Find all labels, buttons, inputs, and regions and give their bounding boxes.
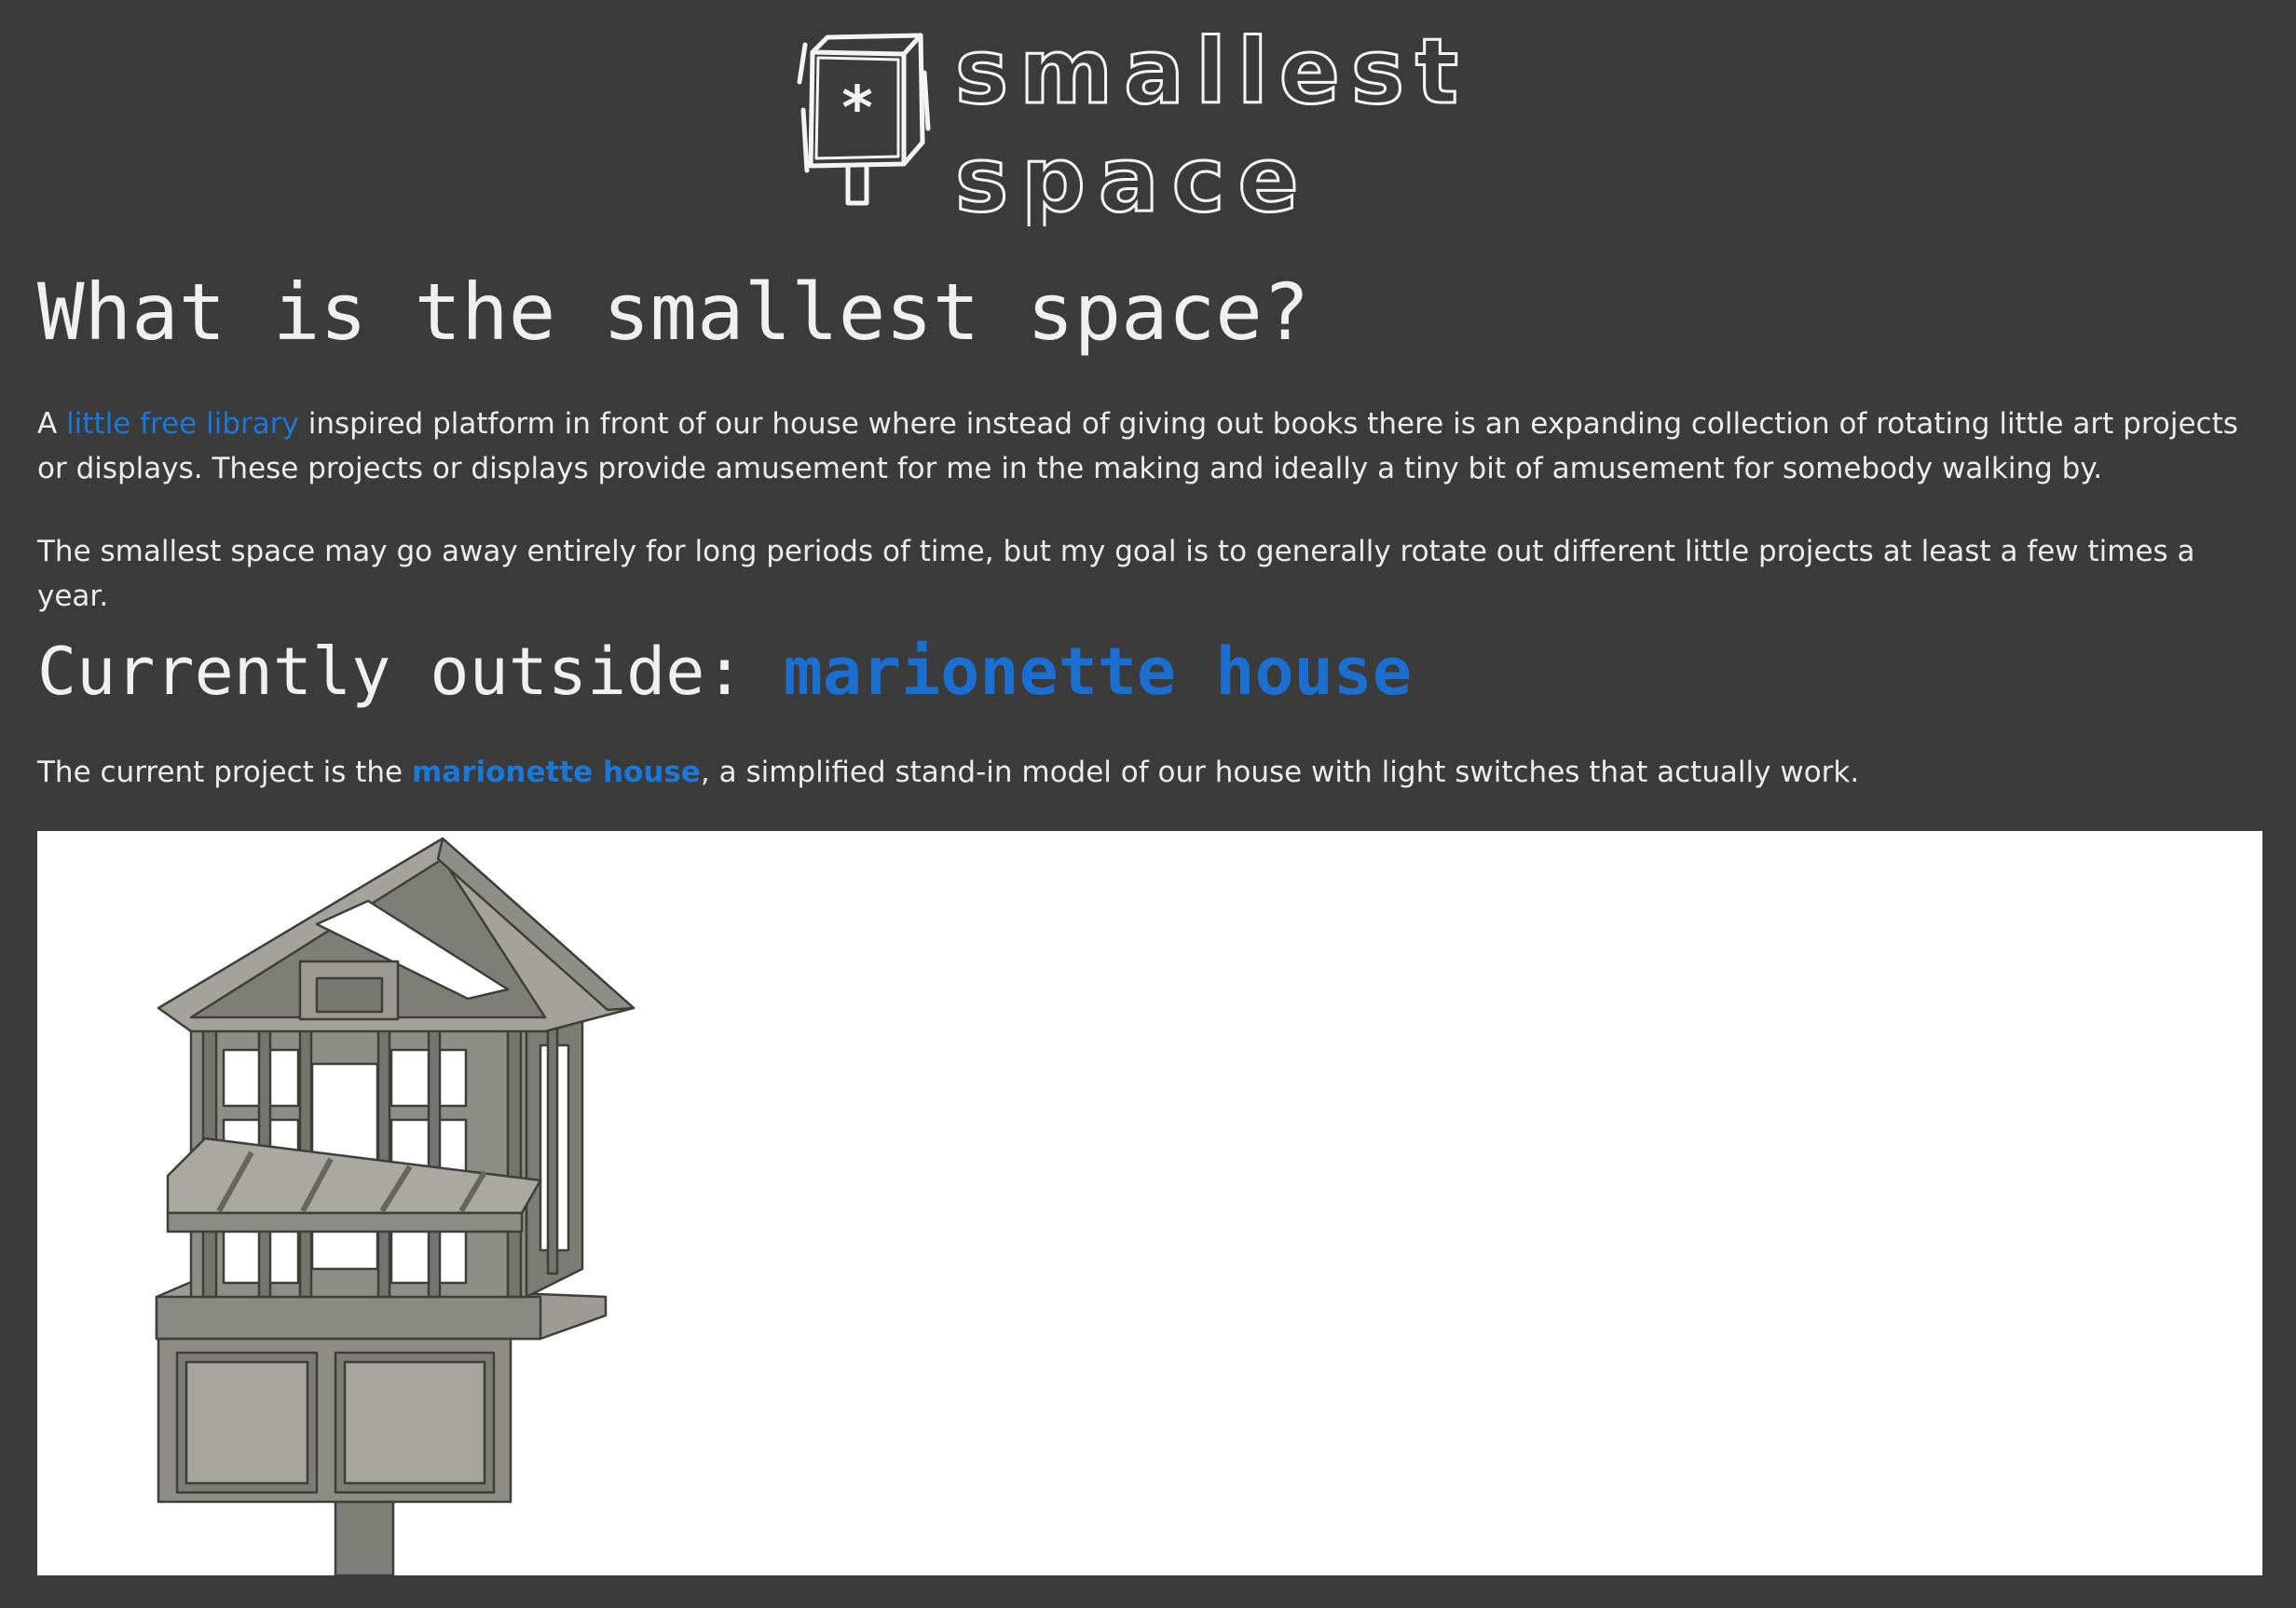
marionette-house-render [37, 831, 2262, 1575]
current-project-heading: Currently outside: marionette house [37, 630, 1412, 714]
svg-text:smallest: smallest [955, 20, 1469, 124]
page-title: What is the smallest space? [37, 266, 1310, 358]
intro-paragraph: A little free library inspired platform … [37, 402, 2274, 491]
rotation-paragraph: The smallest space may go away entirely … [37, 535, 2195, 613]
svg-text:space: space [955, 128, 1312, 226]
current-heading-prefix: Currently outside: [37, 634, 784, 710]
current-project-paragraph: The current project is the marionette ho… [37, 750, 2274, 795]
marionette-house-inline-link[interactable]: marionette house [412, 756, 701, 789]
intro-text-start: A [37, 407, 67, 441]
little-free-library-link[interactable]: little free library [66, 407, 299, 441]
smallest-space-logo-icon: * smallest space [797, 19, 1469, 226]
marionette-house-heading-link[interactable]: marionette house [784, 634, 1412, 710]
current-text-rest: , a simplified stand-in model of our hou… [700, 756, 1860, 789]
site-logo[interactable]: * smallest space [792, 17, 1500, 226]
svg-text:*: * [841, 75, 872, 143]
intro-text-rest: inspired platform in front of our house … [37, 407, 2238, 485]
marionette-house-model-icon [155, 837, 636, 1575]
current-text-start: The current project is the [37, 756, 412, 789]
